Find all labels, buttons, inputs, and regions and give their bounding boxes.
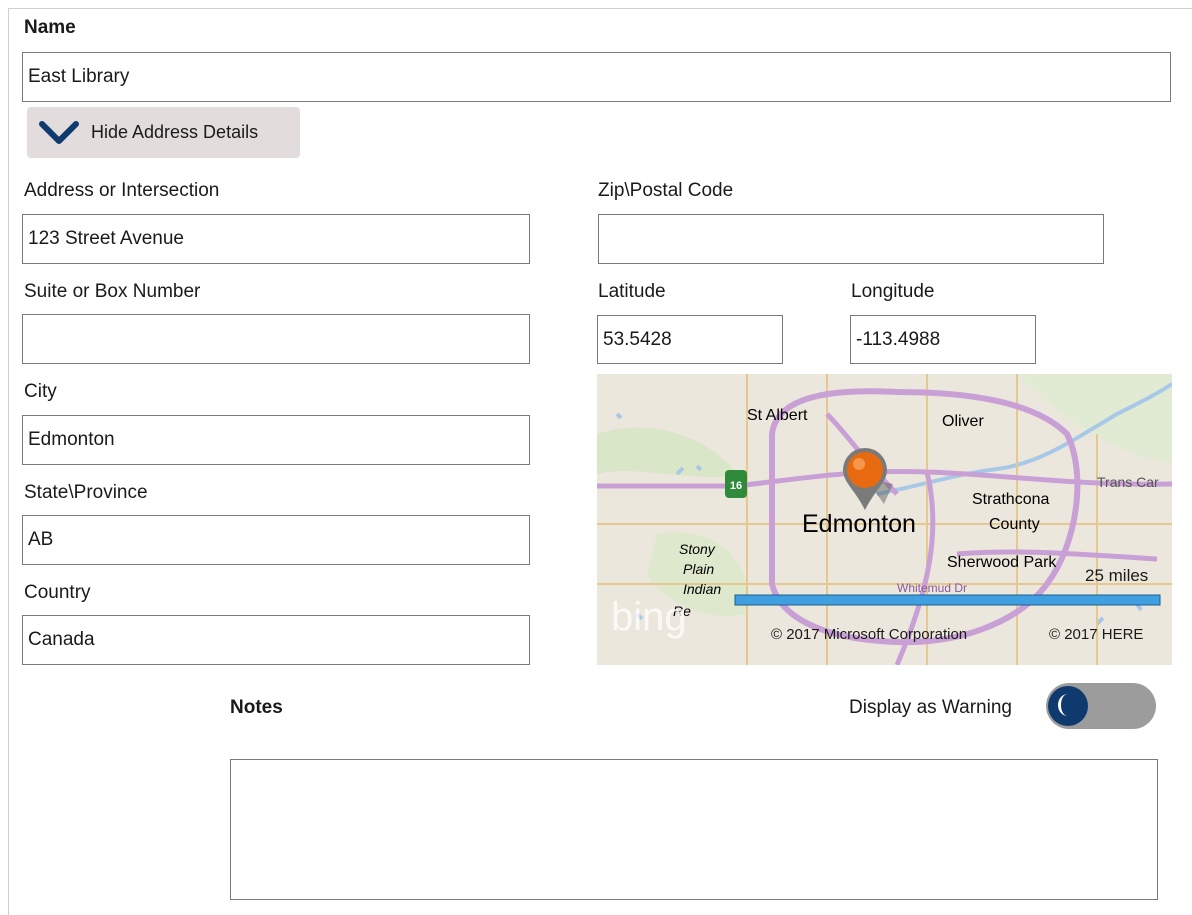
map-copyright-here: © 2017 HERE — [1049, 626, 1143, 643]
latitude-label: Latitude — [598, 281, 666, 302]
zip-label: Zip\Postal Code — [598, 180, 734, 201]
map-canvas: 16 St Albert Oliver Strathcona County Sh… — [597, 374, 1172, 665]
map-label-edmonton: Edmonton — [802, 510, 916, 538]
map-label-county: County — [989, 516, 1040, 533]
suite-label: Suite or Box Number — [24, 281, 201, 302]
map-label-plain: Plain — [683, 561, 714, 577]
map-label-strathcona: Strathcona — [972, 491, 1049, 508]
bing-logo: bing — [611, 595, 687, 639]
highway-shield-icon: 16 — [725, 470, 747, 498]
map-scale-bar — [734, 594, 1161, 606]
state-input[interactable] — [22, 515, 530, 565]
zip-input[interactable] — [598, 214, 1104, 264]
map-scale-label: 25 miles — [1085, 566, 1148, 585]
city-label: City — [24, 381, 57, 402]
chevron-down-icon — [39, 120, 79, 144]
city-input[interactable] — [22, 415, 530, 465]
name-label: Name — [24, 17, 76, 38]
map-label-whitemud: Whitemud Dr — [897, 581, 967, 595]
state-label: State\Province — [24, 482, 148, 503]
hide-address-details-label: Hide Address Details — [91, 122, 259, 142]
notes-label: Notes — [230, 697, 283, 718]
map-copyright-microsoft: © 2017 Microsoft Corporation — [771, 626, 967, 643]
country-label: Country — [24, 582, 91, 603]
map-label-st-albert: St Albert — [747, 407, 808, 424]
address-label: Address or Intersection — [24, 180, 220, 201]
notes-textarea[interactable] — [230, 759, 1158, 900]
address-input[interactable] — [22, 214, 530, 264]
map-label-trans-canada: Trans Car — [1097, 474, 1159, 490]
name-input[interactable] — [22, 52, 1171, 102]
hide-address-details-button[interactable]: Hide Address Details — [27, 107, 300, 158]
longitude-label: Longitude — [851, 281, 935, 302]
map-label-sherwood-park: Sherwood Park — [947, 554, 1057, 571]
latitude-input[interactable] — [597, 315, 783, 364]
display-as-warning-label: Display as Warning — [849, 697, 1012, 718]
display-as-warning-toggle[interactable] — [1046, 683, 1156, 729]
location-map[interactable]: 16 St Albert Oliver Strathcona County Sh… — [597, 374, 1172, 665]
suite-input[interactable] — [22, 314, 530, 364]
map-label-stony: Stony — [679, 541, 716, 557]
country-input[interactable] — [22, 615, 530, 665]
toggle-knob — [1048, 686, 1088, 726]
map-label-oliver: Oliver — [942, 413, 984, 430]
longitude-input[interactable] — [850, 315, 1036, 364]
svg-text:16: 16 — [730, 480, 742, 492]
map-label-indian: Indian — [683, 581, 721, 597]
